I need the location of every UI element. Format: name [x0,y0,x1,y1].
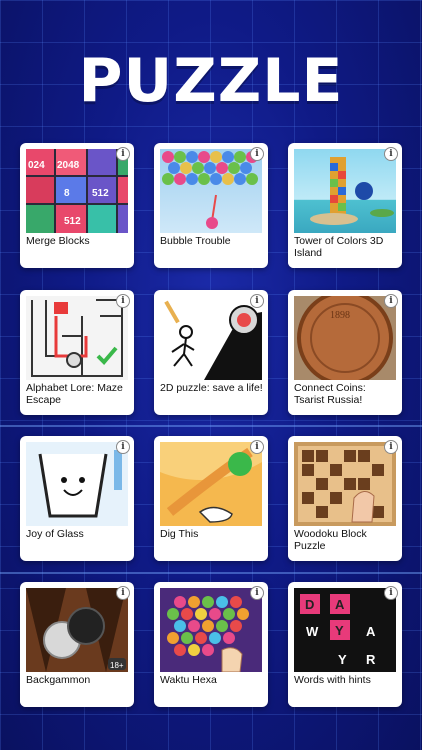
word-letter: Y [335,623,344,638]
word-letter: A [366,624,376,639]
info-icon[interactable]: i [116,294,130,308]
thumbnail-corner [288,691,308,707]
game-card-waktu-hexa[interactable]: i Waktu Hexa [154,582,268,707]
info-icon[interactable]: i [384,294,398,308]
info-icon[interactable]: i [116,586,130,600]
merge-tile-label: 512 [64,216,81,227]
game-title: Joy of Glass [26,528,84,540]
game-card-bubble-trouble[interactable]: i Bubble Trouble [154,143,268,268]
game-thumbnail: 18+ [26,588,128,672]
game-title: Dig This [160,528,199,540]
game-thumbnail [26,296,128,380]
merge-tile-label: 512 [92,188,109,199]
merge-tile-label: 024 [28,160,45,171]
info-icon[interactable]: i [250,147,264,161]
game-title: Bubble Trouble [160,235,231,247]
game-card-words-with-hints[interactable]: D A W Y A Y R i Words with hints [288,582,402,707]
game-title: Woodoku Block Puzzle [294,528,367,552]
game-title: Backgammon [26,674,91,686]
game-card-dig-this[interactable]: i Dig This [154,436,268,561]
merge-tile-label: 8 [64,188,70,199]
thumbnail-corner [154,545,174,561]
info-icon[interactable]: i [384,440,398,454]
game-card-woodoku[interactable]: i Woodoku Block Puzzle [288,436,402,561]
game-card-joy-of-glass[interactable]: i Joy of Glass [20,436,134,561]
word-letter: D [305,597,314,612]
game-title: Connect Coins: Tsarist Russia! [294,382,366,406]
game-title: Tower of Colors 3D Island [294,235,384,259]
game-thumbnail: D A W Y A Y R [294,588,396,672]
game-thumbnail [294,149,396,233]
game-title: 2D puzzle: save a life! [160,382,263,394]
info-icon[interactable]: i [250,440,264,454]
game-thumbnail [26,442,128,526]
glow-line [0,425,422,427]
info-icon[interactable]: i [384,586,398,600]
page-title: PUZZLE [78,46,344,116]
glow-line [0,572,422,574]
game-thumbnail [160,296,262,380]
game-title: Merge Blocks [26,235,90,247]
game-card-merge-blocks[interactable]: 024 2048 512 8 512 i Merge Blocks [20,143,134,268]
game-card-backgammon[interactable]: 18+ i Backgammon [20,582,134,707]
merge-tile-label: 2048 [57,160,80,171]
word-letter: W [306,624,319,639]
age-rating-badge: 18+ [110,661,124,670]
game-thumbnail [160,588,262,672]
game-thumbnail [160,149,262,233]
game-thumbnail: 024 2048 512 8 512 [26,149,128,233]
word-letter: Y [338,652,347,667]
word-letter: A [335,597,345,612]
game-thumbnail: 1898 [294,296,396,380]
info-icon[interactable]: i [250,586,264,600]
game-card-alphabet-lore[interactable]: i Alphabet Lore: Maze Escape [20,290,134,415]
info-icon[interactable]: i [116,147,130,161]
game-card-2d-puzzle[interactable]: i 2D puzzle: save a life! [154,290,268,415]
game-thumbnail [160,442,262,526]
word-letter: R [366,652,376,667]
info-icon[interactable]: i [384,147,398,161]
coin-year: 1898 [330,310,350,321]
info-icon[interactable]: i [116,440,130,454]
game-title: Alphabet Lore: Maze Escape [26,382,123,406]
game-title: Waktu Hexa [160,674,217,686]
game-title: Words with hints [294,674,371,686]
info-icon[interactable]: i [250,294,264,308]
game-card-tower-of-colors[interactable]: i Tower of Colors 3D Island [288,143,402,268]
game-card-connect-coins[interactable]: 1898 i Connect Coins: Tsarist Russia! [288,290,402,415]
game-thumbnail [294,442,396,526]
thumbnail-corner [20,691,40,707]
